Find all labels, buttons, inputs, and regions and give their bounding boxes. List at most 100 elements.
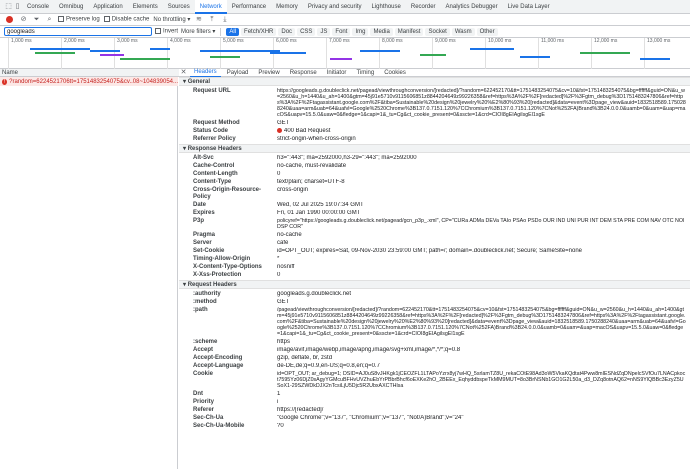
tab-analytics-debugger[interactable]: Analytics Debugger <box>441 0 503 14</box>
tab-elements[interactable]: Elements <box>128 0 163 14</box>
header-value: 1 <box>277 391 281 398</box>
close-icon[interactable]: ✕ <box>179 68 188 77</box>
network-toolbar: ⊘ ⏷ ⌕ Preserve log Disable cache No thro… <box>0 14 690 26</box>
tab-memory[interactable]: Memory <box>271 0 303 14</box>
tab-privacy-and-security[interactable]: Privacy and security <box>303 0 367 14</box>
tab-performance[interactable]: Performance <box>227 0 271 14</box>
preserve-log-label: Preserve log <box>66 16 100 23</box>
header-row: :path/pagead/viewthroughconversion/[reda… <box>179 307 690 337</box>
filter-chip-fetch-xhr[interactable]: Fetch/XHR <box>241 27 277 36</box>
header-value: Wed, 02 Jul 2025 19:07:34 GMT <box>277 202 364 209</box>
tab-console[interactable]: Console <box>22 0 54 14</box>
detail-tab-timing[interactable]: Timing <box>352 69 378 77</box>
header-key: Accept-Encoding <box>193 355 243 362</box>
header-value: cafe <box>277 240 289 247</box>
waterfall-bar <box>200 50 280 52</box>
wifi-icon[interactable]: ≋ <box>194 15 203 24</box>
filter-chip-js[interactable]: JS <box>317 27 331 36</box>
header-row: Timing-Allow-Origin * <box>179 256 690 263</box>
filter-chip-css[interactable]: CSS <box>297 27 316 36</box>
header-value: 0 <box>277 272 281 279</box>
detail-tab-preview[interactable]: Preview <box>254 69 283 77</box>
header-value: https://[redacted]/ <box>277 407 324 414</box>
search-icon[interactable]: ⌕ <box>45 15 54 24</box>
header-key: Expires <box>193 210 215 217</box>
filter-chip-socket[interactable]: Socket <box>425 27 450 36</box>
tab-recorder[interactable]: Recorder <box>406 0 441 14</box>
disable-cache-checkbox[interactable]: Disable cache <box>103 16 149 23</box>
filter-chip-wasm[interactable]: Wasm <box>451 27 475 36</box>
tab-sources[interactable]: Sources <box>163 0 195 14</box>
header-row: Sec-Ch-Ua "Google Chrome";v="137", "Chrom… <box>179 415 690 422</box>
header-row: X-Xss-Protection 0 <box>179 272 690 279</box>
request-row[interactable]: ! ?random=6224521706tt=1751483254075&cv.… <box>0 77 178 86</box>
tab-omnibug[interactable]: Omnibug <box>54 0 88 14</box>
header-key: P3p <box>193 218 205 225</box>
detail-tab-payload[interactable]: Payload <box>223 69 253 77</box>
filter-input[interactable] <box>4 27 152 36</box>
throttling-select[interactable]: No throttling ▾ <box>153 16 190 23</box>
header-row: Accept-Encoding gzip, deflate, br, zstd <box>179 355 690 362</box>
header-key: Content-Type <box>193 179 232 186</box>
import-icon[interactable]: ⤒ <box>207 15 216 24</box>
waterfall-bar <box>470 48 514 50</box>
request-headers-section-header[interactable]: ▾ Request Headers <box>179 280 690 290</box>
tab-network[interactable]: Network <box>194 0 227 14</box>
header-value: Fri, 01 Jan 1990 00:00:00 GMT <box>277 210 361 217</box>
header-row: :authority googleads.g.doubleclick.net <box>179 291 690 298</box>
filter-chip-font[interactable]: Font <box>332 27 351 36</box>
name-column-header[interactable]: Name <box>2 69 18 77</box>
header-row: P3p policyref="https://googleads.g.double… <box>179 218 690 230</box>
record-icon[interactable] <box>6 16 13 23</box>
timeline-tick: 4,000 ms <box>167 38 191 69</box>
filter-chip-img[interactable]: Img <box>352 27 369 36</box>
throttling-value: No throttling <box>153 17 186 23</box>
filter-icon[interactable]: ⏷ <box>32 15 41 24</box>
tab-lighthouse[interactable]: Lighthouse <box>367 0 406 14</box>
header-row: Expires Fri, 01 Jan 1990 00:00:00 GMT <box>179 210 690 217</box>
tab-live-data-layer[interactable]: Live Data Layer <box>503 0 555 14</box>
inspect-element-icon[interactable]: ⬚ <box>4 2 13 11</box>
header-key: Request Method <box>193 120 240 126</box>
general-section-header[interactable]: ▾ General <box>179 77 690 86</box>
waterfall-bar <box>580 52 630 54</box>
filter-chip-all[interactable]: All <box>226 27 240 36</box>
header-key: Pragma <box>193 232 216 239</box>
tab-application[interactable]: Application <box>88 0 127 14</box>
header-value: * <box>277 256 280 263</box>
filter-chip-other[interactable]: Other <box>476 27 498 36</box>
more-filters-dropdown[interactable]: More filters ▾ <box>181 28 215 35</box>
waterfall-bar <box>360 50 400 52</box>
detail-tab-cookies[interactable]: Cookies <box>380 69 410 77</box>
header-key: Cache-Control <box>193 163 235 170</box>
header-row: Accept-Language de-DE,de;q=0.9,en-US;q=0.… <box>179 363 690 370</box>
header-value: strict-origin-when-cross-origin <box>277 136 356 143</box>
waterfall-bar <box>270 52 306 54</box>
detail-tab-headers[interactable]: Headers <box>190 68 221 78</box>
device-toolbar-icon[interactable]: ▯ <box>13 2 22 11</box>
filter-chip-media[interactable]: Media <box>370 27 393 36</box>
header-row: Pragma no-cache <box>179 232 690 239</box>
header-key: Timing-Allow-Origin <box>193 256 251 263</box>
detail-tab-response[interactable]: Response <box>286 69 321 77</box>
header-key: Referer <box>193 407 215 414</box>
network-overview-timeline[interactable]: 1,000 ms 2,000 ms 3,000 ms 4,000 ms 5,000 ms… <box>0 38 690 69</box>
timeline-tick: 7,000 ms <box>326 38 350 69</box>
waterfall-bar <box>30 48 90 50</box>
header-value: policyref="https://googleads.g.doublecli… <box>277 218 685 231</box>
request-name: ?random=6224521706tt=1751483254075&cv..0… <box>9 78 178 85</box>
header-key: Date <box>193 202 207 209</box>
header-key: Sec-Ch-Ua-Mobile <box>193 423 245 430</box>
export-icon[interactable]: ⤓ <box>220 15 229 24</box>
clear-icon[interactable]: ⊘ <box>19 15 28 24</box>
detail-tab-initiator[interactable]: Initiator <box>323 69 351 77</box>
response-headers-section-header[interactable]: ▾ Response Headers <box>179 144 690 154</box>
invert-checkbox[interactable]: Invert <box>155 28 178 35</box>
filter-chip-doc[interactable]: Doc <box>278 27 296 36</box>
header-row: Date Wed, 02 Jul 2025 19:07:34 GMT <box>179 202 690 209</box>
filter-chip-manifest[interactable]: Manifest <box>394 27 424 36</box>
header-key: Content-Length <box>193 171 238 178</box>
header-value: GET <box>277 120 290 126</box>
preserve-log-checkbox[interactable]: Preserve log <box>58 16 100 23</box>
header-value: 400 Bad Request <box>277 128 686 135</box>
